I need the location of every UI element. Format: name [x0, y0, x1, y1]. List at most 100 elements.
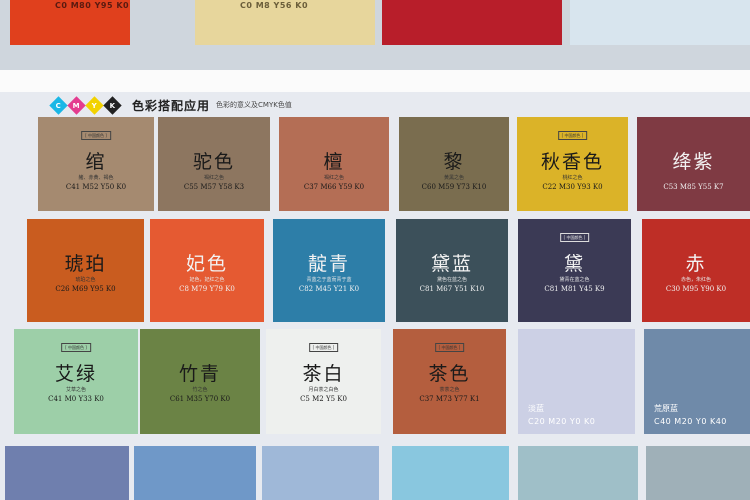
- swatch-description: 黛青在蓝之色: [559, 277, 590, 283]
- legend-subtitle: 色彩的意义及CMYK色值: [216, 101, 292, 109]
- swatch-name: 妃色: [185, 253, 228, 275]
- swatch-cmyk-code: C55 M57 Y58 K3: [183, 183, 245, 191]
- top-swatch: C0 M80 Y95 K0: [10, 0, 130, 45]
- swatch-badge: [ 中国颜色 ]: [434, 343, 465, 352]
- cmyk-letter-icon: K: [103, 95, 122, 115]
- color-swatch: [392, 446, 509, 500]
- color-swatch: 黛蓝黛色在蓝之色 C81 M67 Y51 K10: [396, 219, 508, 322]
- top-swatch: C0 M8 Y56 K0: [195, 0, 375, 45]
- swatch-description: 妃色，妃红之色: [189, 277, 225, 283]
- top-swatch: [382, 0, 562, 45]
- swatch-description: 青蓝之于蓝而青于蓝: [306, 277, 352, 283]
- swatch-name: 竹青: [178, 363, 221, 385]
- swatch-description: 竹之色: [192, 387, 208, 393]
- swatch-description: 桃红之色: [562, 175, 583, 181]
- color-swatch: 琥珀琥珀之色 C26 M69 Y95 K0: [27, 219, 144, 322]
- swatch-badge: [ 中国颜色 ]: [61, 343, 91, 352]
- swatch-description: 黛色在蓝之色: [436, 277, 467, 283]
- color-swatch: 竹青竹之色 C61 M35 Y70 K0: [140, 329, 260, 434]
- page-gap: [0, 70, 750, 92]
- color-swatch: [ 中国颜色 ] 茶白月白茶之白色 C5 M2 Y5 K0: [266, 329, 381, 434]
- cmyk-legend: C M Y K 色彩搭配应用 色彩的意义及CMYK色值: [49, 95, 292, 115]
- color-swatch: 淡蓝 C20 M20 Y0 K0: [518, 329, 635, 434]
- swatch-name: 黛蓝: [430, 253, 473, 275]
- top-swatch-code: C0 M80 Y95 K0: [55, 1, 130, 10]
- swatch-name: 黎: [443, 151, 465, 173]
- swatch-name: 驼色: [192, 151, 235, 173]
- cmyk-letter-icon: Y: [85, 95, 104, 115]
- color-swatch: [ 中国颜色 ] 黛黛青在蓝之色 C81 M81 Y45 K9: [518, 219, 631, 322]
- swatch-badge: [ 中国颜色 ]: [557, 131, 588, 140]
- color-swatch: 驼色褐红之色 C55 M57 Y58 K3: [158, 117, 270, 211]
- swatch-description: 褐红之色: [203, 175, 224, 181]
- cmyk-letter: K: [109, 101, 116, 109]
- swatch-badge: [ 中国颜色 ]: [559, 233, 590, 242]
- swatch-name: 檀: [323, 151, 345, 173]
- color-swatch: 檀褐红之色 C37 M66 Y59 K0: [279, 117, 389, 211]
- swatch-cmyk-code: C82 M45 Y21 K0: [298, 285, 360, 293]
- swatch-cmyk-code: C30 M95 Y90 K0: [665, 285, 727, 293]
- color-swatch: [646, 446, 750, 500]
- color-swatch: [518, 446, 638, 500]
- swatch-cmyk-code: C41 M0 Y33 K0: [48, 395, 104, 403]
- color-swatch: [134, 446, 256, 500]
- swatch-cmyk-code: C81 M81 Y45 K9: [544, 285, 605, 293]
- cmyk-letter-icon: M: [67, 95, 86, 115]
- color-swatch: 绛紫 C53 M85 Y55 K7: [637, 117, 750, 211]
- swatch-description: 赤色，朱红色: [680, 277, 711, 283]
- swatch-name: 赤: [685, 253, 707, 275]
- top-swatch: [570, 0, 750, 45]
- color-swatch: 赤赤色，朱红色 C30 M95 Y90 K0: [642, 219, 750, 322]
- swatch-name: 秋香色: [540, 151, 604, 173]
- cmyk-letter-icon: C: [49, 95, 68, 115]
- swatch-description: 褐红之色: [323, 175, 344, 181]
- swatch-name: 靛青: [307, 253, 350, 275]
- swatch-cmyk-code: C20 M20 Y0 K0: [528, 417, 596, 426]
- swatch-description: 琥珀之色: [75, 277, 96, 283]
- swatch-name: 茶白: [302, 363, 345, 385]
- swatch-description: 艾草之色: [65, 387, 86, 393]
- swatch-badge: [ 中国颜色 ]: [308, 343, 339, 352]
- swatch-cmyk-code: C37 M66 Y59 K0: [303, 183, 365, 191]
- color-swatch: [ 中国颜色 ] 绾赭、赤黄、褐色 C41 M52 Y50 K0: [38, 117, 154, 211]
- swatch-cmyk-code: C22 M30 Y93 K0: [542, 183, 603, 191]
- color-chart-page: C M Y K 色彩搭配应用 色彩的意义及CMYK色值 [ 中国颜色 ] 绾赭、赤黄、褐色 C…: [0, 92, 750, 500]
- color-swatch: 黎黄黑之色 C60 M59 Y73 K10: [399, 117, 509, 211]
- swatch-cmyk-code: C37 M73 Y77 K1: [419, 395, 480, 403]
- swatch-badge: [ 中国颜色 ]: [81, 131, 111, 140]
- swatch-cmyk-code: C8 M79 Y79 K0: [179, 285, 235, 293]
- color-swatch: [5, 446, 129, 500]
- cmyk-letter: C: [55, 100, 62, 109]
- swatch-name: 淡蓝: [528, 404, 544, 413]
- swatch-description: 黄黑之色: [443, 175, 464, 181]
- swatch-cmyk-code: C40 M20 Y0 K40: [654, 417, 727, 426]
- swatch-cmyk-code: C60 M59 Y73 K10: [421, 183, 487, 191]
- color-swatch: [262, 446, 379, 500]
- color-swatch: 妃色妃色，妃红之色 C8 M79 Y79 K0: [150, 219, 264, 322]
- swatch-name: 荒原蓝: [654, 404, 678, 413]
- swatch-cmyk-code: C41 M52 Y50 K0: [65, 183, 127, 191]
- swatch-description: 茶茶之色: [439, 387, 460, 393]
- swatch-name: 茶色: [428, 363, 471, 385]
- swatch-description: 月白茶之白色: [308, 387, 339, 393]
- color-swatch: [ 中国颜色 ] 秋香色桃红之色 C22 M30 Y93 K0: [517, 117, 628, 211]
- swatch-name: 艾绿: [54, 363, 97, 385]
- swatch-description: 赭、赤黄、褐色: [78, 175, 114, 181]
- swatch-name: 绾: [85, 151, 107, 173]
- swatch-cmyk-code: C81 M67 Y51 K10: [419, 285, 485, 293]
- top-swatch-code: C0 M8 Y56 K0: [240, 1, 309, 10]
- color-swatch: [ 中国颜色 ] 艾绿艾草之色 C41 M0 Y33 K0: [14, 329, 138, 434]
- swatch-cmyk-code: C61 M35 Y70 K0: [169, 395, 231, 403]
- color-swatch: 靛青青蓝之于蓝而青于蓝 C82 M45 Y21 K0: [273, 219, 385, 322]
- swatch-cmyk-code: C26 M69 Y95 K0: [55, 285, 116, 293]
- swatch-name: 绛紫: [672, 151, 715, 173]
- swatch-name: 琥珀: [64, 253, 107, 275]
- color-swatch: 荒原蓝 C40 M20 Y0 K40: [644, 329, 750, 434]
- swatch-cmyk-code: C53 M85 Y55 K7: [663, 183, 724, 191]
- swatch-cmyk-code: C5 M2 Y5 K0: [300, 395, 347, 403]
- swatch-name: 黛: [563, 253, 585, 275]
- legend-title: 色彩搭配应用: [132, 98, 211, 113]
- cmyk-letter: M: [73, 101, 80, 109]
- cmyk-letter: Y: [91, 100, 98, 109]
- color-swatch: [ 中国颜色 ] 茶色茶茶之色 C37 M73 Y77 K1: [393, 329, 506, 434]
